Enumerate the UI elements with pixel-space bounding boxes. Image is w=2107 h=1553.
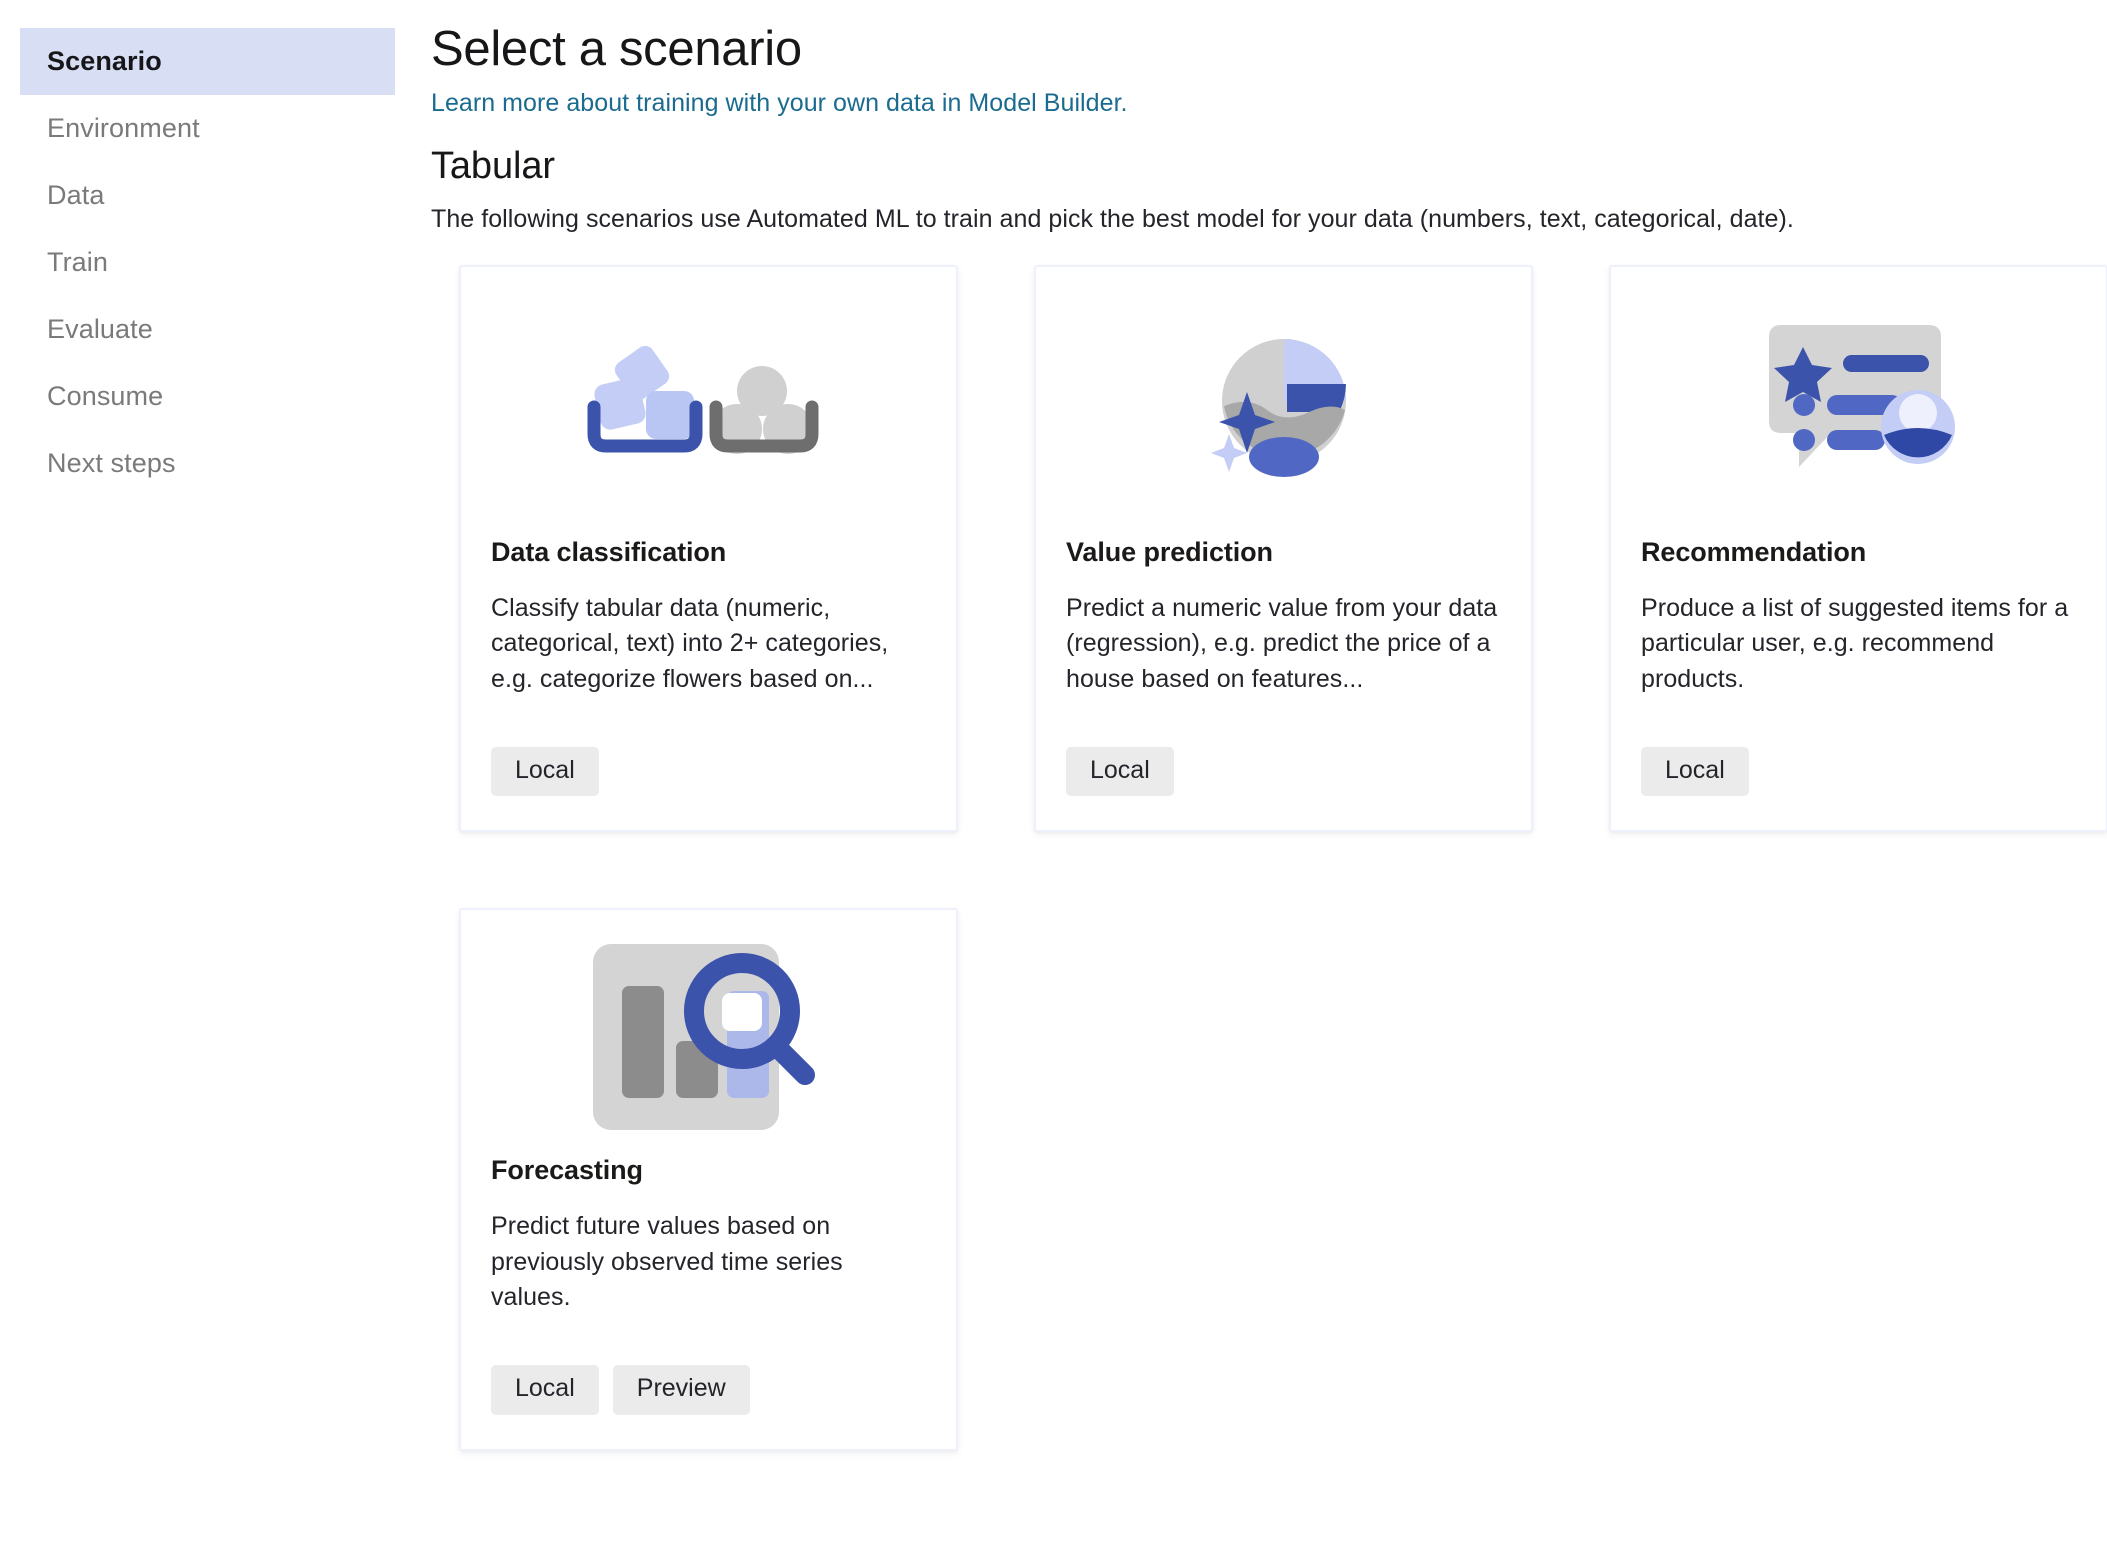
sidebar-item-label: Data — [47, 180, 104, 211]
card-title: Value prediction — [1066, 537, 1501, 568]
forecasting-icon — [591, 936, 826, 1151]
section-title-tabular: Tabular — [431, 145, 2107, 188]
sidebar-item-scenario[interactable]: Scenario — [20, 28, 395, 95]
sidebar-item-environment[interactable]: Environment — [0, 95, 420, 162]
card-body: Recommendation Produce a list of suggest… — [1611, 537, 2106, 797]
badge-local: Local — [1066, 747, 1174, 797]
model-builder-window: Scenario Environment Data Train Evaluate… — [0, 0, 2107, 1553]
badge-preview: Preview — [613, 1365, 750, 1415]
card-illustration — [461, 267, 956, 537]
card-title: Forecasting — [491, 1155, 926, 1186]
card-description: Predict a numeric value from your data (… — [1066, 591, 1501, 705]
sidebar-item-label: Scenario — [47, 46, 162, 77]
scenario-card-grid: Data classification Classify tabular dat… — [459, 265, 2107, 1451]
card-body: Forecasting Predict future values based … — [461, 1155, 956, 1415]
sidebar-item-label: Train — [47, 247, 108, 278]
card-description: Produce a list of suggested items for a … — [1641, 591, 2076, 705]
card-body: Data classification Classify tabular dat… — [461, 537, 956, 797]
card-body: Value prediction Predict a numeric value… — [1036, 537, 1531, 797]
sidebar-item-train[interactable]: Train — [0, 229, 420, 296]
learn-more-link[interactable]: Learn more about training with your own … — [431, 89, 1128, 118]
sidebar-item-evaluate[interactable]: Evaluate — [0, 296, 420, 363]
page-title: Select a scenario — [431, 22, 2107, 77]
card-description: Classify tabular data (numeric, categori… — [491, 591, 926, 705]
sidebar-item-next-steps[interactable]: Next steps — [0, 430, 420, 497]
card-description: Predict future values based on previousl… — [491, 1209, 926, 1323]
card-badges: Local — [491, 747, 926, 797]
badge-local: Local — [491, 747, 599, 797]
sidebar-item-consume[interactable]: Consume — [0, 363, 420, 430]
badge-local: Local — [491, 1365, 599, 1415]
scenario-card-value-prediction[interactable]: Value prediction Predict a numeric value… — [1034, 265, 1533, 833]
scenario-card-recommendation[interactable]: Recommendation Produce a list of suggest… — [1609, 265, 2107, 833]
sidebar-item-label: Evaluate — [47, 314, 153, 345]
data-classification-icon — [584, 329, 834, 474]
scenario-selection-pane: Select a scenario Learn more about train… — [420, 0, 2107, 1553]
value-prediction-icon — [1189, 314, 1379, 489]
card-badges: Local — [1066, 747, 1501, 797]
sidebar-item-data[interactable]: Data — [0, 162, 420, 229]
card-badges: Local Preview — [491, 1365, 926, 1415]
card-badges: Local — [1641, 747, 2076, 797]
card-title: Recommendation — [1641, 537, 2076, 568]
card-illustration — [1036, 267, 1531, 537]
scenario-card-data-classification[interactable]: Data classification Classify tabular dat… — [459, 265, 958, 833]
recommendation-icon — [1751, 309, 1966, 494]
scenario-card-forecasting[interactable]: Forecasting Predict future values based … — [459, 908, 958, 1451]
card-title: Data classification — [491, 537, 926, 568]
card-illustration — [461, 910, 956, 1155]
badge-local: Local — [1641, 747, 1749, 797]
card-illustration — [1611, 267, 2106, 537]
sidebar-item-label: Next steps — [47, 448, 176, 479]
wizard-sidebar: Scenario Environment Data Train Evaluate… — [0, 0, 420, 1553]
sidebar-item-label: Environment — [47, 113, 200, 144]
section-description: The following scenarios use Automated ML… — [431, 205, 2107, 234]
sidebar-item-label: Consume — [47, 381, 163, 412]
